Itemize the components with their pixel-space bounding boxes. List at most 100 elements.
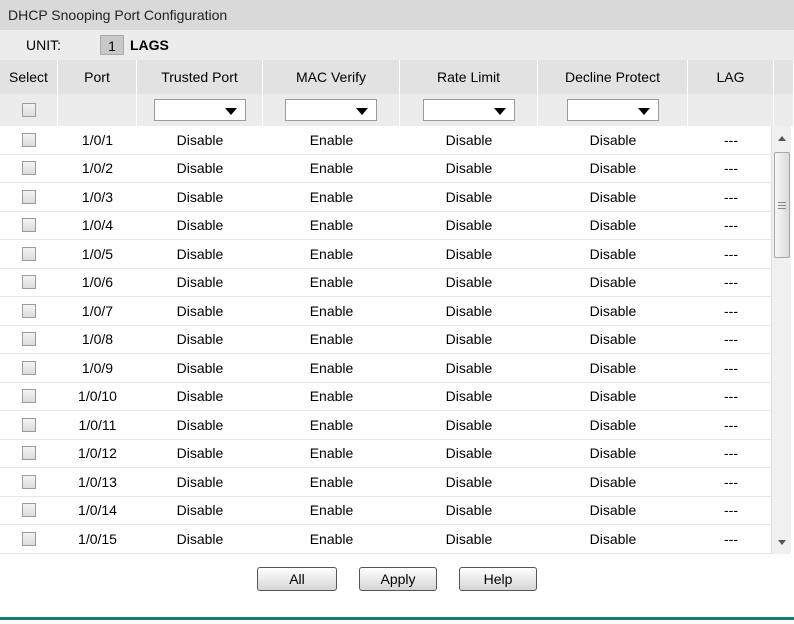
row-select-checkbox[interactable]: [22, 332, 36, 347]
table-row[interactable]: 1/0/15 Disable Enable Disable Disable ---: [0, 525, 774, 554]
table-row[interactable]: 1/0/4 Disable Enable Disable Disable ---: [0, 212, 774, 240]
rate-limit-cell: Disable: [445, 388, 493, 405]
row-select-checkbox[interactable]: [22, 275, 36, 290]
trusted-port-cell: Disable: [176, 160, 224, 177]
lag-cell: ---: [724, 416, 738, 433]
mac-verify-cell: Enable: [309, 160, 354, 177]
table-row[interactable]: 1/0/13 Disable Enable Disable Disable ---: [0, 468, 774, 497]
lag-cell: ---: [724, 502, 738, 519]
row-select-checkbox[interactable]: [22, 417, 36, 432]
row-select-checkbox[interactable]: [22, 246, 36, 261]
trusted-port-cell: Disable: [176, 331, 224, 348]
row-select-checkbox[interactable]: [22, 389, 36, 404]
lag-cell: ---: [724, 388, 738, 405]
row-select-checkbox[interactable]: [22, 132, 36, 147]
row-select-checkbox[interactable]: [22, 446, 36, 461]
arrow-up-icon: [778, 135, 786, 141]
row-select-checkbox[interactable]: [22, 503, 36, 518]
arrow-down-icon: [778, 539, 786, 545]
decline-protect-select[interactable]: [566, 99, 659, 121]
help-button[interactable]: Help: [459, 567, 537, 591]
trusted-port-cell: Disable: [176, 302, 224, 319]
decline-protect-cell: Disable: [589, 416, 637, 433]
trusted-port-cell: Disable: [176, 131, 224, 148]
mac-verify-cell: Enable: [309, 302, 354, 319]
table-row[interactable]: 1/0/1 Disable Enable Disable Disable ---: [0, 126, 774, 155]
trusted-port-select[interactable]: [153, 99, 246, 121]
port-cell: 1/0/6: [81, 274, 114, 291]
port-cell: 1/0/10: [78, 388, 117, 405]
scroll-thumb[interactable]: [774, 152, 790, 258]
unit-1-button[interactable]: 1: [100, 35, 124, 55]
rate-limit-select[interactable]: [422, 99, 515, 121]
rate-limit-cell: Disable: [445, 217, 493, 234]
trusted-port-cell: Disable: [176, 217, 224, 234]
table-row[interactable]: 1/0/7 Disable Enable Disable Disable ---: [0, 297, 774, 326]
table-row[interactable]: 1/0/9 Disable Enable Disable Disable ---: [0, 354, 774, 383]
row-select-checkbox[interactable]: [22, 218, 36, 233]
trusted-port-cell: Disable: [176, 188, 224, 205]
scroll-down-button[interactable]: [772, 532, 792, 552]
trusted-port-cell: Disable: [176, 502, 224, 519]
mac-verify-cell: Enable: [309, 473, 354, 490]
decline-protect-cell: Disable: [589, 302, 637, 319]
decline-protect-cell: Disable: [589, 359, 637, 376]
port-cell: 1/0/13: [78, 473, 117, 490]
port-cell: 1/0/7: [81, 302, 114, 319]
port-cell: 1/0/2: [81, 160, 114, 177]
row-select-checkbox[interactable]: [22, 360, 36, 375]
row-select-checkbox[interactable]: [22, 474, 36, 489]
table-row[interactable]: 1/0/2 Disable Enable Disable Disable ---: [0, 155, 774, 183]
chevron-down-icon: [356, 108, 368, 115]
rate-limit-cell: Disable: [445, 530, 493, 547]
table-row[interactable]: 1/0/6 Disable Enable Disable Disable ---: [0, 269, 774, 297]
mac-verify-cell: Enable: [309, 331, 354, 348]
decline-protect-cell: Disable: [589, 274, 637, 291]
row-select-checkbox[interactable]: [22, 531, 36, 546]
unit-label: UNIT:: [26, 37, 61, 53]
mac-verify-cell: Enable: [309, 131, 354, 148]
port-cell: 1/0/9: [81, 359, 114, 376]
scroll-up-button[interactable]: [772, 128, 792, 148]
table-row[interactable]: 1/0/8 Disable Enable Disable Disable ---: [0, 326, 774, 354]
mac-verify-cell: Enable: [309, 530, 354, 547]
decline-protect-cell: Disable: [589, 160, 637, 177]
table-row[interactable]: 1/0/5 Disable Enable Disable Disable ---: [0, 240, 774, 269]
row-select-checkbox[interactable]: [22, 161, 36, 176]
row-select-checkbox[interactable]: [22, 189, 36, 204]
decline-protect-cell: Disable: [589, 331, 637, 348]
select-all-checkbox[interactable]: [21, 103, 36, 117]
table-row[interactable]: 1/0/14 Disable Enable Disable Disable ---: [0, 497, 774, 525]
port-cell: 1/0/3: [81, 188, 114, 205]
rate-limit-cell: Disable: [445, 160, 493, 177]
table-row[interactable]: 1/0/3 Disable Enable Disable Disable ---: [0, 183, 774, 212]
column-header-lag: LAG: [688, 60, 774, 94]
column-header-rate-limit: Rate Limit: [400, 60, 538, 94]
lag-cell: ---: [724, 530, 738, 547]
table-row[interactable]: 1/0/10 Disable Enable Disable Disable ---: [0, 383, 774, 411]
table-scrollbar[interactable]: [771, 126, 791, 554]
decline-protect-cell: Disable: [589, 217, 637, 234]
column-header-trusted-port: Trusted Port: [137, 60, 263, 94]
decline-protect-cell: Disable: [589, 473, 637, 490]
table-row[interactable]: 1/0/11 Disable Enable Disable Disable ---: [0, 411, 774, 440]
lag-cell: ---: [724, 188, 738, 205]
table-row[interactable]: 1/0/12 Disable Enable Disable Disable ---: [0, 440, 774, 468]
rate-limit-cell: Disable: [445, 274, 493, 291]
decline-protect-cell: Disable: [589, 445, 637, 462]
trusted-port-cell: Disable: [176, 388, 224, 405]
trusted-port-cell: Disable: [176, 274, 224, 291]
mac-verify-select[interactable]: [285, 99, 377, 121]
all-button[interactable]: All: [257, 567, 337, 591]
port-cell: 1/0/4: [81, 217, 114, 234]
port-cell: 1/0/5: [81, 245, 114, 262]
rate-limit-cell: Disable: [445, 473, 493, 490]
lags-link[interactable]: LAGS: [130, 37, 169, 53]
rate-limit-cell: Disable: [445, 445, 493, 462]
panel-title: DHCP Snooping Port Configuration: [0, 0, 794, 30]
rate-limit-cell: Disable: [445, 188, 493, 205]
column-header-mac-verify: MAC Verify: [263, 60, 400, 94]
apply-button[interactable]: Apply: [359, 567, 437, 591]
mac-verify-cell: Enable: [309, 359, 354, 376]
row-select-checkbox[interactable]: [22, 303, 36, 318]
